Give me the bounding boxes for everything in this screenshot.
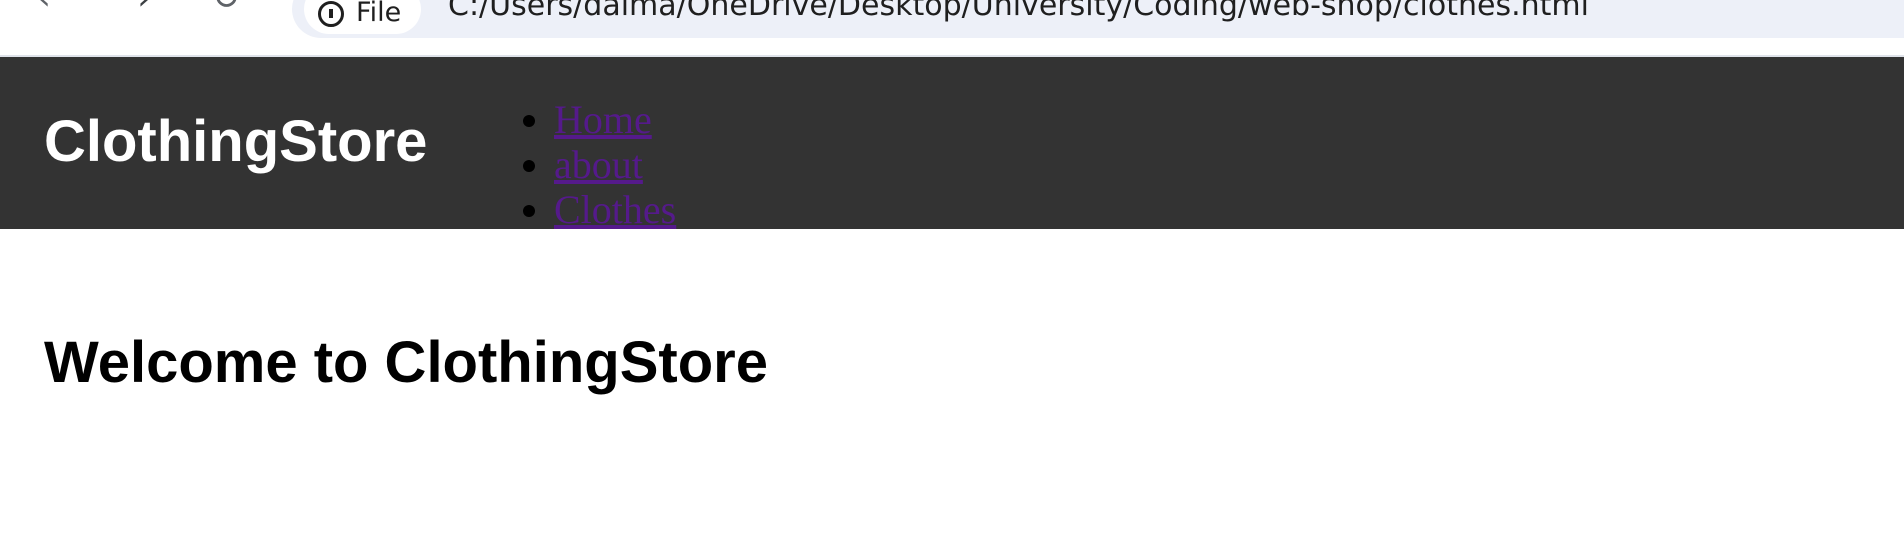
address-bar[interactable]: File C:/Users/dalma/OneDrive/Desktop/Uni… (292, 0, 1904, 38)
site-header: ClothingStore Home about Clothes (0, 57, 1904, 229)
nav-link-about[interactable]: about (554, 142, 643, 187)
site-info-chip[interactable]: File (304, 0, 422, 34)
nav-item-clothes: Clothes (554, 187, 676, 229)
welcome-heading: Welcome to ClothingStore (44, 330, 768, 395)
nav-link-home[interactable]: Home (554, 97, 652, 142)
back-arrow-icon[interactable]: ‹ (24, 0, 64, 18)
url-text[interactable]: C:/Users/dalma/OneDrive/Desktop/Universi… (448, 0, 1589, 23)
forward-arrow-icon[interactable]: › (124, 0, 164, 18)
main-nav: Home about Clothes (514, 97, 676, 229)
nav-item-home: Home (554, 97, 676, 142)
scheme-label: File (356, 0, 402, 28)
browser-toolbar: ‹ › ↻ File C:/Users/dalma/OneDrive/Deskt… (0, 0, 1904, 57)
reload-icon[interactable]: ↻ (206, 0, 246, 18)
info-icon (318, 1, 344, 27)
nav-item-about: about (554, 142, 676, 187)
nav-link-clothes[interactable]: Clothes (554, 187, 676, 229)
site-logo: ClothingStore (44, 109, 428, 174)
